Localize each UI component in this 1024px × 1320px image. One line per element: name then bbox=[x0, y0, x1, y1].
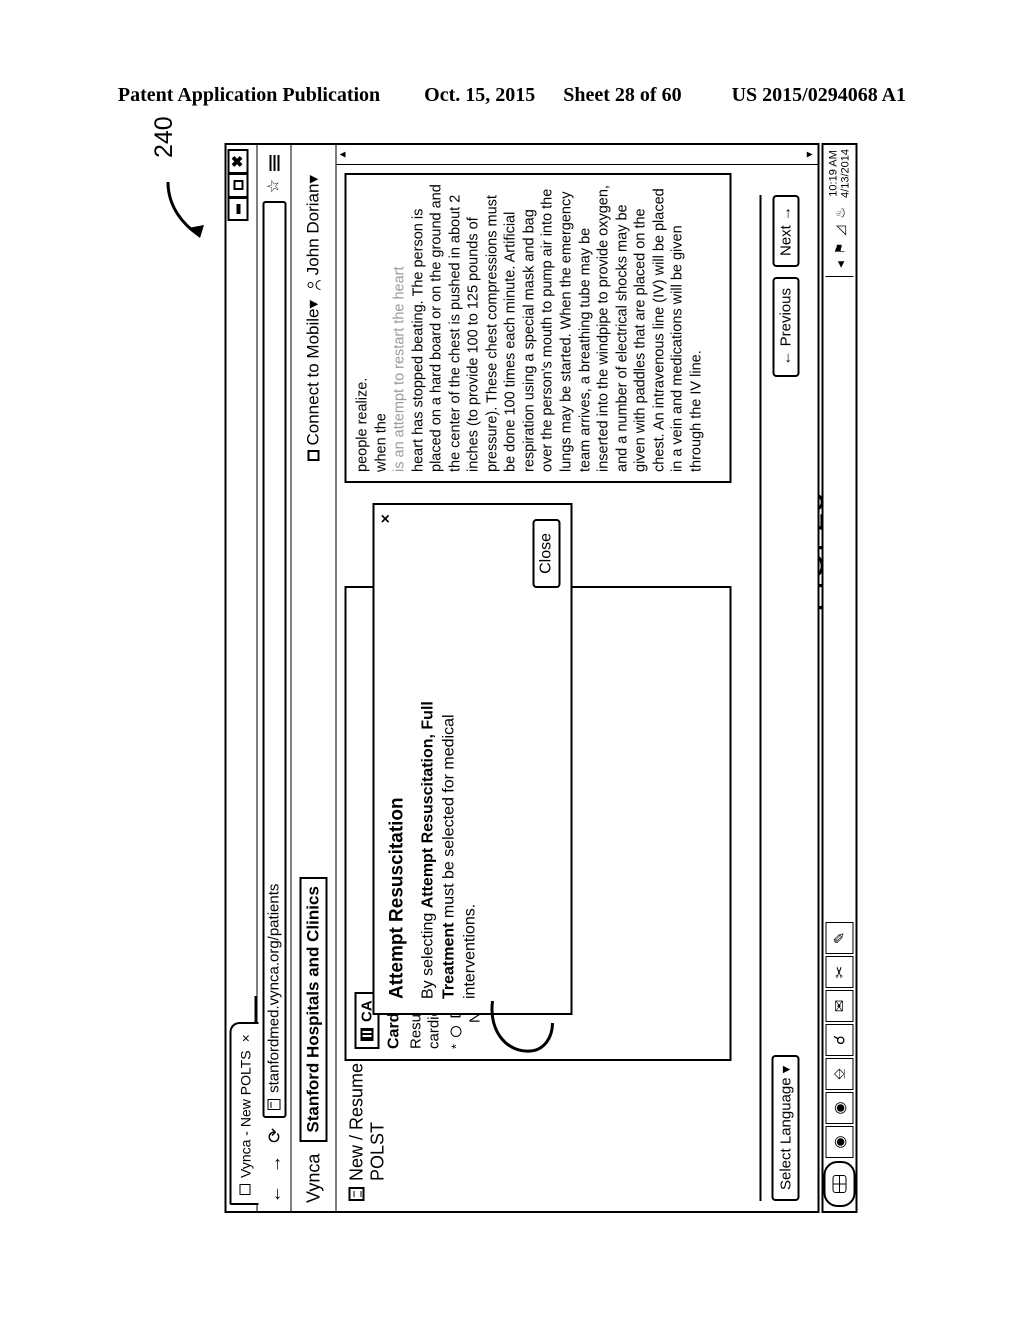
browser-url-bar: ← → ⟳ stanfordmed.vynca.org/patients ☆ bbox=[257, 145, 292, 1211]
select-language-label: Select Language bbox=[777, 1077, 795, 1190]
start-button[interactable] bbox=[823, 1161, 856, 1207]
select-language-button[interactable]: Select Language ▾ bbox=[771, 1054, 800, 1201]
brand-label: Vynca bbox=[303, 1153, 323, 1203]
quick-launch-group: ◉ ◉ ⎒ ☌ ✉ ✂ ✎ bbox=[825, 922, 854, 1158]
dialog-body-prefix: By selecting bbox=[419, 908, 437, 999]
page-title-line1: New / Resume bbox=[346, 1062, 367, 1181]
patent-sheet: Sheet 28 of 60 bbox=[563, 84, 682, 106]
tab-favicon-icon bbox=[239, 1184, 251, 1195]
dialog-title: Attempt Resuscitation bbox=[386, 797, 408, 999]
required-star: * bbox=[448, 1043, 464, 1049]
page-viewport: New / Resume POLST CA Cardi Resu cardiop… bbox=[336, 145, 818, 1211]
outlook-icon[interactable]: ✉ bbox=[825, 990, 854, 1022]
show-desktop-icon[interactable]: ⎒ bbox=[825, 1058, 854, 1090]
reference-leader-arrow bbox=[166, 181, 204, 238]
polst-content: New / Resume POLST CA Cardi Resu cardiop… bbox=[337, 165, 818, 1211]
organization-badge: Stanford Hospitals and Clinics bbox=[299, 877, 328, 1142]
tray-expand-icon[interactable]: ◂ bbox=[832, 261, 847, 268]
scissors-icon[interactable]: ✂ bbox=[825, 956, 854, 988]
connect-to-mobile-button[interactable]: Connect to Mobile▾ bbox=[303, 299, 324, 462]
page-bottom-toolbar: Select Language ▾ ← Previous Next → bbox=[759, 195, 800, 1201]
media-player-icon[interactable]: ◉ bbox=[825, 1092, 854, 1124]
editor-icon[interactable]: ✎ bbox=[825, 922, 854, 954]
info-top-line-b: when the bbox=[373, 413, 390, 472]
dialog-body: By selecting Attempt Resuscitation, Full… bbox=[419, 669, 481, 999]
minimize-button[interactable] bbox=[227, 197, 249, 221]
connect-to-mobile-label: Connect to Mobile bbox=[303, 308, 323, 446]
tray-volume-icon[interactable]: ♨ bbox=[832, 207, 847, 219]
maximize-button[interactable] bbox=[227, 173, 249, 197]
scroll-down-icon[interactable]: ▼ bbox=[804, 150, 818, 160]
next-button[interactable]: Next → bbox=[772, 195, 799, 268]
user-menu-button[interactable]: John Dorian▾ bbox=[304, 175, 324, 290]
tray-network-icon[interactable]: ◿ bbox=[832, 226, 847, 236]
dialog-close-button[interactable]: Close bbox=[532, 519, 561, 588]
close-window-button[interactable]: ✖ bbox=[227, 149, 249, 173]
reload-icon[interactable]: ⟳ bbox=[264, 1126, 284, 1145]
info-top-line-a: people realize. bbox=[354, 377, 371, 472]
mobile-device-icon bbox=[307, 450, 320, 462]
rotated-screenshot-stage: Vynca - New POLTS × ✖ ← → ⟳ stanfordmed.… bbox=[224, 143, 858, 1213]
patent-date: Oct. 15, 2015 bbox=[424, 84, 536, 106]
app-bar-right-group: Connect to Mobile▾ John Dorian▾ bbox=[303, 153, 324, 462]
page-title: New / Resume POLST bbox=[347, 1051, 388, 1201]
back-icon[interactable]: ← bbox=[264, 1183, 284, 1205]
window-controls: ✖ bbox=[227, 145, 257, 221]
page-info-icon bbox=[267, 1098, 281, 1110]
user-caret-icon: ▾ bbox=[303, 175, 323, 184]
info-obscured-line: is an attempt to restart the heart bbox=[391, 266, 408, 472]
site-app-bar: Vynca Stanford Hospitals and Clinics Con… bbox=[291, 145, 337, 1211]
patent-header: Patent Application Publication Oct. 15, … bbox=[0, 84, 1024, 107]
clock-time: 10:19 AM bbox=[827, 150, 840, 197]
reference-numeral-240: 240 bbox=[150, 116, 178, 158]
page-title-line2: POLST bbox=[367, 1121, 388, 1181]
scroll-up-icon[interactable]: ▲ bbox=[337, 150, 351, 160]
select-language-caret-icon: ▾ bbox=[777, 1065, 795, 1074]
attempt-resuscitation-dialog: × Attempt Resuscitation By selecting Att… bbox=[372, 503, 573, 1015]
address-bar[interactable]: stanfordmed.vynca.org/patients bbox=[262, 201, 286, 1118]
info-explanation-panel: people realize. when the is an attempt t… bbox=[344, 173, 732, 483]
page-scrollbar[interactable]: ▲ ▼ bbox=[336, 145, 818, 165]
internet-explorer-icon[interactable]: ☌ bbox=[825, 1024, 854, 1056]
previous-button[interactable]: ← Previous bbox=[772, 277, 799, 377]
nav-button-group: ← Previous Next → bbox=[772, 195, 799, 377]
browser-window: Vynca - New POLTS × ✖ ← → ⟳ stanfordmed.… bbox=[224, 143, 820, 1213]
tab-strip-filler bbox=[229, 996, 257, 1023]
patent-number: US 2015/0294068 A1 bbox=[731, 84, 907, 106]
dialog-close-icon[interactable]: × bbox=[378, 514, 395, 523]
document-icon bbox=[348, 1187, 365, 1201]
windows-flag-icon bbox=[832, 1175, 847, 1193]
patent-publication-label: Patent Application Publication bbox=[117, 84, 381, 106]
user-avatar-icon bbox=[308, 280, 321, 290]
user-name-label: John Dorian bbox=[303, 183, 323, 276]
section-color-swatch-icon bbox=[360, 1028, 374, 1041]
windows-orb-icon[interactable]: ◉ bbox=[825, 1126, 854, 1158]
radio-dnr[interactable] bbox=[450, 1025, 462, 1037]
tab-title: Vynca - New POLTS bbox=[237, 1050, 253, 1178]
info-body-text: heart has stopped beating. The person is… bbox=[410, 184, 705, 472]
browser-title-bar: Vynca - New POLTS × ✖ bbox=[226, 145, 259, 1211]
hamburger-menu-icon[interactable] bbox=[269, 151, 279, 171]
tray-flag-icon[interactable]: ⚑ bbox=[832, 243, 847, 255]
taskbar-clock[interactable]: 10:19 AM 4/13/2014 bbox=[827, 149, 851, 200]
system-tray: ◂ ⚑ ◿ ♨ 10:19 AM 4/13/2014 bbox=[825, 149, 854, 277]
bookmark-star-icon[interactable]: ☆ bbox=[265, 179, 282, 193]
dialog-footer: Close bbox=[532, 519, 561, 588]
windows-taskbar: ◉ ◉ ⎒ ☌ ✉ ✂ ✎ ◂ ⚑ ◿ ♨ 10:19 AM 4/13/2014 bbox=[821, 143, 858, 1213]
browser-tab[interactable]: Vynca - New POLTS × bbox=[229, 1022, 259, 1205]
clock-date: 4/13/2014 bbox=[839, 149, 852, 198]
forward-icon[interactable]: → bbox=[264, 1153, 284, 1175]
address-bar-url: stanfordmed.vynca.org/patients bbox=[265, 883, 283, 1093]
tab-close-icon[interactable]: × bbox=[237, 1034, 253, 1042]
connect-caret-icon: ▾ bbox=[303, 299, 323, 309]
